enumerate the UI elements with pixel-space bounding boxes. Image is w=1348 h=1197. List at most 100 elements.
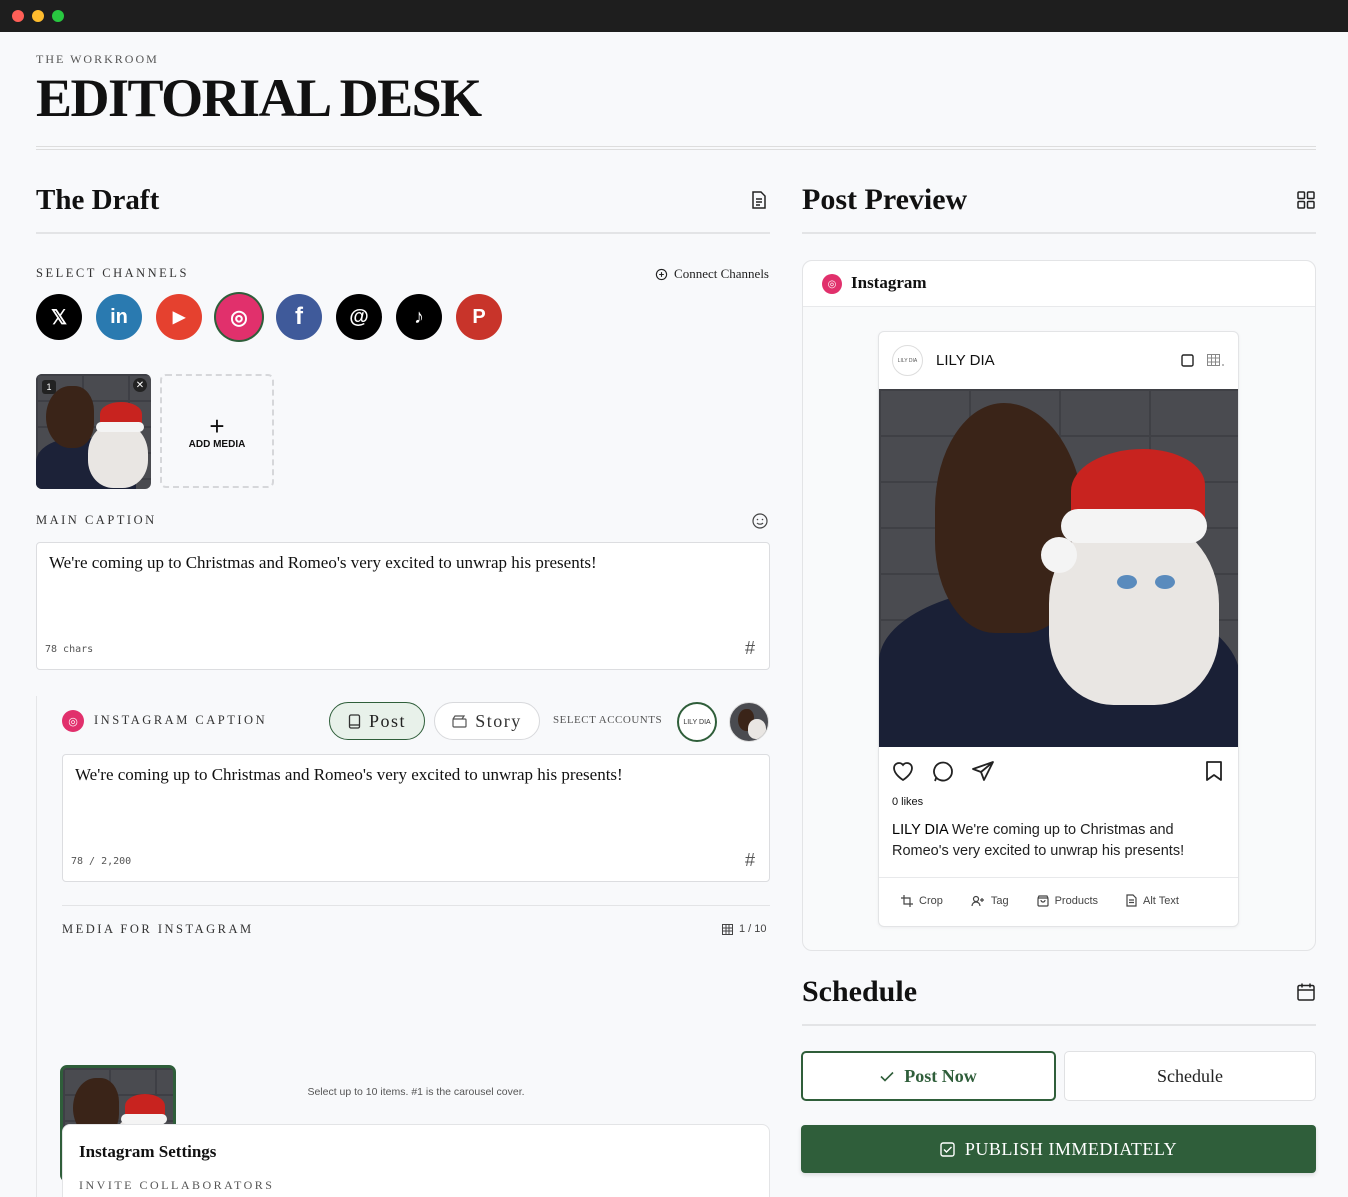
preview-caption-line2: Romeo's very excited to unwrap his prese… — [892, 843, 1185, 859]
square-format-icon[interactable] — [1181, 354, 1194, 367]
channel-list: 𝕏 in ▶ ◎ f @ ♪ P — [36, 294, 502, 340]
alt-text-tool[interactable]: Alt Text — [1126, 894, 1179, 907]
media-hint: Select up to 10 items. #1 is the carouse… — [307, 1086, 525, 1098]
story-label: Story — [475, 710, 522, 731]
instagram-caption-count: 78 / 2,200 — [71, 856, 132, 867]
channel-youtube[interactable]: ▶ — [156, 294, 202, 340]
calendar-icon[interactable] — [1296, 982, 1316, 1002]
post-type-story[interactable]: Story — [434, 702, 540, 740]
story-icon — [452, 714, 467, 728]
x-icon: 𝕏 — [50, 306, 68, 329]
share-send-icon[interactable] — [971, 760, 995, 782]
main-caption-input[interactable]: We're coming up to Christmas and Romeo's… — [36, 542, 770, 670]
crop-label: Crop — [919, 894, 943, 907]
channel-facebook[interactable]: f — [276, 294, 322, 340]
window-titlebar — [0, 0, 1348, 32]
hashtag-button[interactable]: # — [745, 638, 755, 659]
post-type-post[interactable]: Post — [329, 702, 425, 740]
instagram-hashtag-button[interactable]: # — [745, 850, 755, 871]
channel-x[interactable]: 𝕏 — [36, 294, 82, 340]
account-lily-dia[interactable]: LILY DIA — [677, 702, 717, 742]
schedule-divider — [802, 1024, 1316, 1026]
preview-caption-user: LILY DIA — [892, 822, 948, 838]
main-caption-count: 78 chars — [45, 644, 94, 655]
media-for-instagram-label: MEDIA FOR INSTAGRAM — [62, 922, 254, 936]
draft-divider — [36, 232, 770, 234]
linkedin-icon: in — [110, 305, 128, 328]
plus-icon: + — [209, 410, 225, 441]
account-photo-avatar[interactable] — [729, 702, 769, 742]
post-now-label: Post Now — [904, 1065, 977, 1086]
comment-icon[interactable] — [931, 760, 955, 784]
preview-account-name: LILY DIA — [936, 352, 995, 369]
preview-likes: 0 likes — [892, 796, 924, 808]
channel-tiktok[interactable]: ♪ — [396, 294, 442, 340]
preview-divider — [802, 232, 1316, 234]
channel-linkedin[interactable]: in — [96, 294, 142, 340]
draft-title: The Draft — [36, 184, 160, 216]
tag-user-icon — [971, 895, 984, 906]
select-accounts-label: SELECT ACCOUNTS — [553, 714, 663, 726]
tag-tool[interactable]: Tag — [971, 894, 1009, 907]
main-caption-text: We're coming up to Christmas and Romeo's… — [49, 553, 597, 572]
invite-collaborators-label: INVITE COLLABORATORS — [79, 1178, 275, 1192]
remove-media-icon[interactable]: ✕ — [133, 378, 147, 392]
minimize-window-button[interactable] — [32, 10, 44, 22]
bookmark-icon[interactable] — [1205, 760, 1223, 782]
instagram-small-icon: ◎ — [62, 710, 84, 732]
close-window-button[interactable] — [12, 10, 24, 22]
main-caption-label: MAIN CAPTION — [36, 513, 157, 527]
crop-icon — [901, 894, 913, 907]
products-label: Products — [1054, 894, 1099, 907]
preview-caption: LILY DIA We're coming up to Christmas an… — [892, 820, 1232, 862]
carousel-grid-icon[interactable] — [1207, 354, 1225, 367]
facebook-icon: f — [295, 303, 303, 330]
add-media-button[interactable]: + ADD MEDIA — [160, 374, 274, 488]
preview-instagram-icon: ◎ — [822, 274, 842, 294]
instagram-settings-card: Instagram Settings INVITE COLLABORATORS — [62, 1124, 770, 1197]
alt-text-label: Alt Text — [1143, 894, 1179, 907]
instagram-caption-label: INSTAGRAM CAPTION — [94, 713, 268, 727]
publish-immediately-button[interactable]: PUBLISH IMMEDIATELY — [801, 1125, 1316, 1173]
header-eyebrow: THE WORKROOM — [36, 52, 159, 66]
instagram-settings-title: Instagram Settings — [79, 1142, 217, 1161]
connect-channels-link[interactable]: Connect Channels — [655, 266, 769, 282]
instagram-icon: ◎ — [230, 306, 248, 329]
select-channels-label: SELECT CHANNELS — [36, 266, 189, 280]
tag-label: Tag — [990, 894, 1009, 907]
preview-toolbar: Crop Tag Products Alt Text — [901, 894, 1179, 907]
schedule-label: Schedule — [1157, 1065, 1223, 1086]
connect-channels-label: Connect Channels — [674, 266, 769, 281]
add-media-label: ADD MEDIA — [188, 438, 246, 450]
instagram-divider — [62, 905, 770, 906]
page-title: EDITORIAL DESK — [36, 68, 482, 128]
document-icon[interactable] — [749, 190, 769, 210]
preview-title: Post Preview — [802, 183, 968, 216]
schedule-button[interactable]: Schedule — [1064, 1051, 1316, 1101]
instagram-caption-text: We're coming up to Christmas and Romeo's… — [75, 765, 623, 784]
preview-avatar: LILY DIA — [892, 345, 923, 376]
emoji-icon[interactable] — [751, 512, 769, 530]
check-square-icon — [940, 1141, 955, 1157]
threads-icon: @ — [349, 305, 369, 328]
maximize-window-button[interactable] — [52, 10, 64, 22]
like-heart-icon[interactable] — [891, 760, 915, 782]
publish-immediately-label: PUBLISH IMMEDIATELY — [964, 1138, 1178, 1159]
channel-instagram[interactable]: ◎ — [216, 294, 262, 340]
channel-pinterest[interactable]: P — [456, 294, 502, 340]
layout-grid-icon[interactable] — [1296, 190, 1316, 210]
products-tool[interactable]: Products — [1036, 894, 1099, 907]
post-now-button[interactable]: Post Now — [801, 1051, 1056, 1101]
plus-circle-icon — [655, 268, 668, 280]
checkmark-icon — [880, 1071, 894, 1082]
media-count-value: 1 / 10 — [739, 923, 767, 935]
media-thumbnail[interactable]: 1 ✕ — [36, 374, 151, 489]
channel-threads[interactable]: @ — [336, 294, 382, 340]
post-icon — [348, 713, 361, 729]
instagram-caption-input[interactable]: We're coming up to Christmas and Romeo's… — [62, 754, 770, 882]
preview-platform-name: Instagram — [851, 273, 927, 292]
schedule-title: Schedule — [802, 975, 918, 1008]
header-divider — [36, 146, 1316, 150]
post-label: Post — [368, 710, 407, 731]
crop-tool[interactable]: Crop — [901, 894, 943, 907]
